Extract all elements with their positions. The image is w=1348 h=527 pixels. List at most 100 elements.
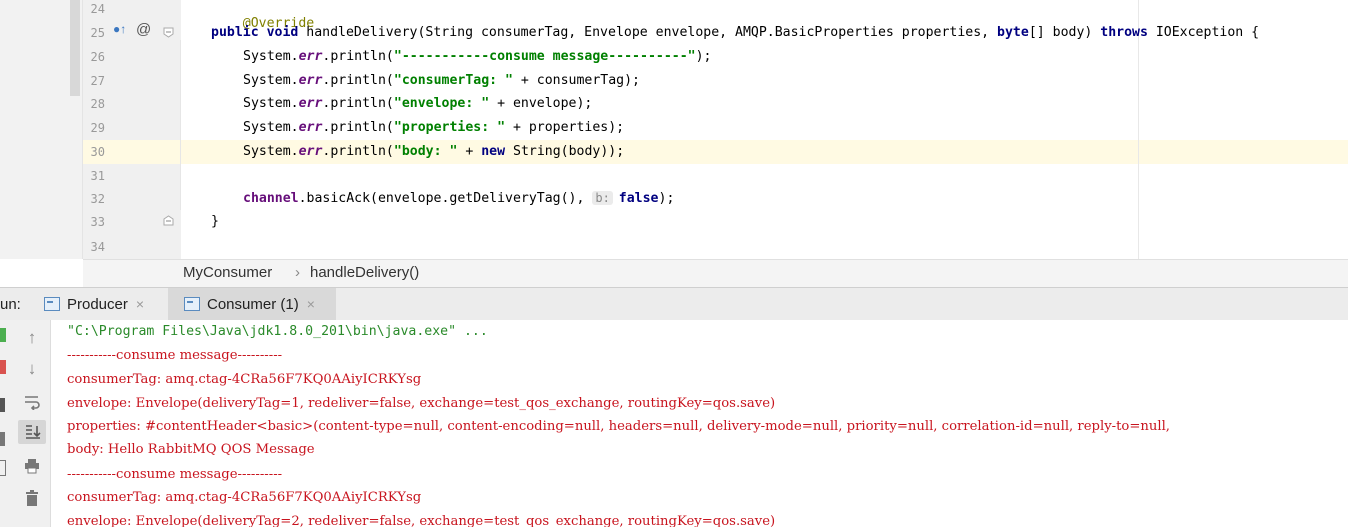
run-label-text: un: [0,295,21,313]
code-text: ); [695,49,712,64]
fold-start-icon[interactable] [163,27,174,38]
tab-producer[interactable]: Producer × [44,288,162,320]
code-text: [] body) [1028,25,1101,40]
rerun-icon[interactable] [0,328,6,342]
code-text: + properties); [505,120,625,135]
breadcrumb: MyConsumer › handleDelivery() [83,259,1348,287]
close-icon[interactable]: × [136,296,144,312]
breadcrumb-class[interactable]: MyConsumer [183,264,272,281]
fold-end-icon[interactable] [163,215,174,226]
pause-icon[interactable] [0,398,5,412]
line-number: 26 [90,50,105,64]
string-literal: "body: " [393,144,458,159]
code-line-32: channel.basicAck(envelope.getDeliveryTag… [243,191,674,206]
run-actions-strip [0,320,14,527]
console-line: properties: #contentHeader<basic>(conten… [67,419,1170,434]
keyword: byte [997,25,1029,40]
parameter-hint: b: [592,191,613,205]
console-line: -----------consume message---------- [67,348,283,363]
code-text: + envelope); [489,96,593,111]
console-icon [44,297,60,311]
breadcrumb-method[interactable]: handleDelivery() [310,264,419,281]
breadcrumb-separator: › [295,264,300,281]
dump-threads-icon[interactable] [0,432,5,446]
line-number: 31 [90,169,105,183]
static-field: err [298,144,323,159]
console-line: "C:\Program Files\Java\jdk1.8.0_201\bin\… [67,324,488,339]
code-text: + consumerTag); [512,73,641,88]
line-number: 24 [90,2,105,16]
close-icon[interactable]: × [307,296,315,312]
code-text: System. [243,120,299,135]
code-text: .println( [322,49,394,64]
string-literal: "consumerTag: " [393,73,513,88]
run-tool-window-header: un: Producer × Consumer (1) × [0,287,1348,321]
console-line: -----------consume message---------- [67,467,283,482]
console-line: consumerTag: amq.ctag-4CRa56F7KQ0AAiyICR… [67,372,422,387]
static-field: err [298,73,323,88]
console-line: envelope: Envelope(deliveryTag=1, redeli… [67,396,776,411]
line-number: 27 [90,74,105,88]
code-text: + [457,144,482,159]
code-text: .println( [322,96,394,111]
trash-icon[interactable] [18,486,46,510]
code-text: .println( [322,120,394,135]
tab-label: Consumer (1) [207,295,299,313]
static-field: err [298,120,323,135]
code-editor[interactable]: 24 25 26 27 28 29 30 31 32 33 34 ●↑ @ @O… [0,0,1348,259]
code-line-25: public void handleDelivery(String consum… [211,25,1259,40]
console-line: consumerTag: amq.ctag-4CRa56F7KQ0AAiyICR… [67,490,422,505]
code-line-30: System.err.println("body: " + new String… [243,144,624,159]
keyword: public [211,25,259,40]
console-icon [184,297,200,311]
code-line-26: System.err.println("-----------consume m… [243,49,711,64]
annotation-at-icon[interactable]: @ [136,21,151,38]
stop-icon[interactable] [0,360,6,374]
keyword: false [618,191,659,206]
line-number: 28 [90,97,105,111]
console-output[interactable]: "C:\Program Files\Java\jdk1.8.0_201\bin\… [51,320,1348,527]
code-text: String(body)); [505,144,625,159]
side-panel-strip [0,0,83,259]
restore-layout-icon[interactable] [0,460,6,476]
indent-guide [180,40,181,210]
side-panel-scrollbar[interactable] [70,0,80,96]
instance-field: channel [243,191,299,206]
soft-wrap-icon[interactable] [18,390,46,414]
line-number: 30 [90,145,105,159]
line-number: 25 [90,26,105,40]
code-text: } [211,214,219,229]
code-line-29: System.err.println("properties: " + prop… [243,120,624,135]
string-literal: "envelope: " [393,96,490,111]
scroll-to-end-icon[interactable] [18,420,46,444]
tab-consumer[interactable]: Consumer (1) × [168,288,336,320]
code-text: System. [243,144,299,159]
string-literal: "-----------consume message----------" [393,49,696,64]
code-text: IOException { [1147,25,1260,40]
code-text: System. [243,49,299,64]
console-toolbar: ↑ ↓ [14,320,51,527]
run-label: un: [0,288,32,320]
code-line-28: System.err.println("envelope: " + envelo… [243,96,592,111]
console-line: body: Hello RabbitMQ QOS Message [67,442,315,457]
keyword: void [266,25,299,40]
down-arrow-icon[interactable]: ↓ [18,357,46,381]
code-text: System. [243,73,299,88]
code-text: .println( [322,73,394,88]
line-number: 33 [90,215,105,229]
print-icon[interactable] [18,454,46,478]
console-line: envelope: Envelope(deliveryTag=2, redeli… [67,514,776,527]
tab-label: Producer [67,295,128,313]
code-text: ); [658,191,675,206]
code-text: System. [243,96,299,111]
keyword: new [481,144,506,159]
line-number: 32 [90,192,105,206]
code-text: .println( [322,144,394,159]
line-number: 29 [90,121,105,135]
code-line-27: System.err.println("consumerTag: " + con… [243,73,640,88]
implements-method-icon[interactable]: ●↑ [113,22,126,36]
up-arrow-icon[interactable]: ↑ [18,326,46,350]
line-number: 34 [90,240,105,254]
code-text: handleDelivery(String consumerTag, Envel… [298,25,998,40]
string-literal: "properties: " [393,120,506,135]
